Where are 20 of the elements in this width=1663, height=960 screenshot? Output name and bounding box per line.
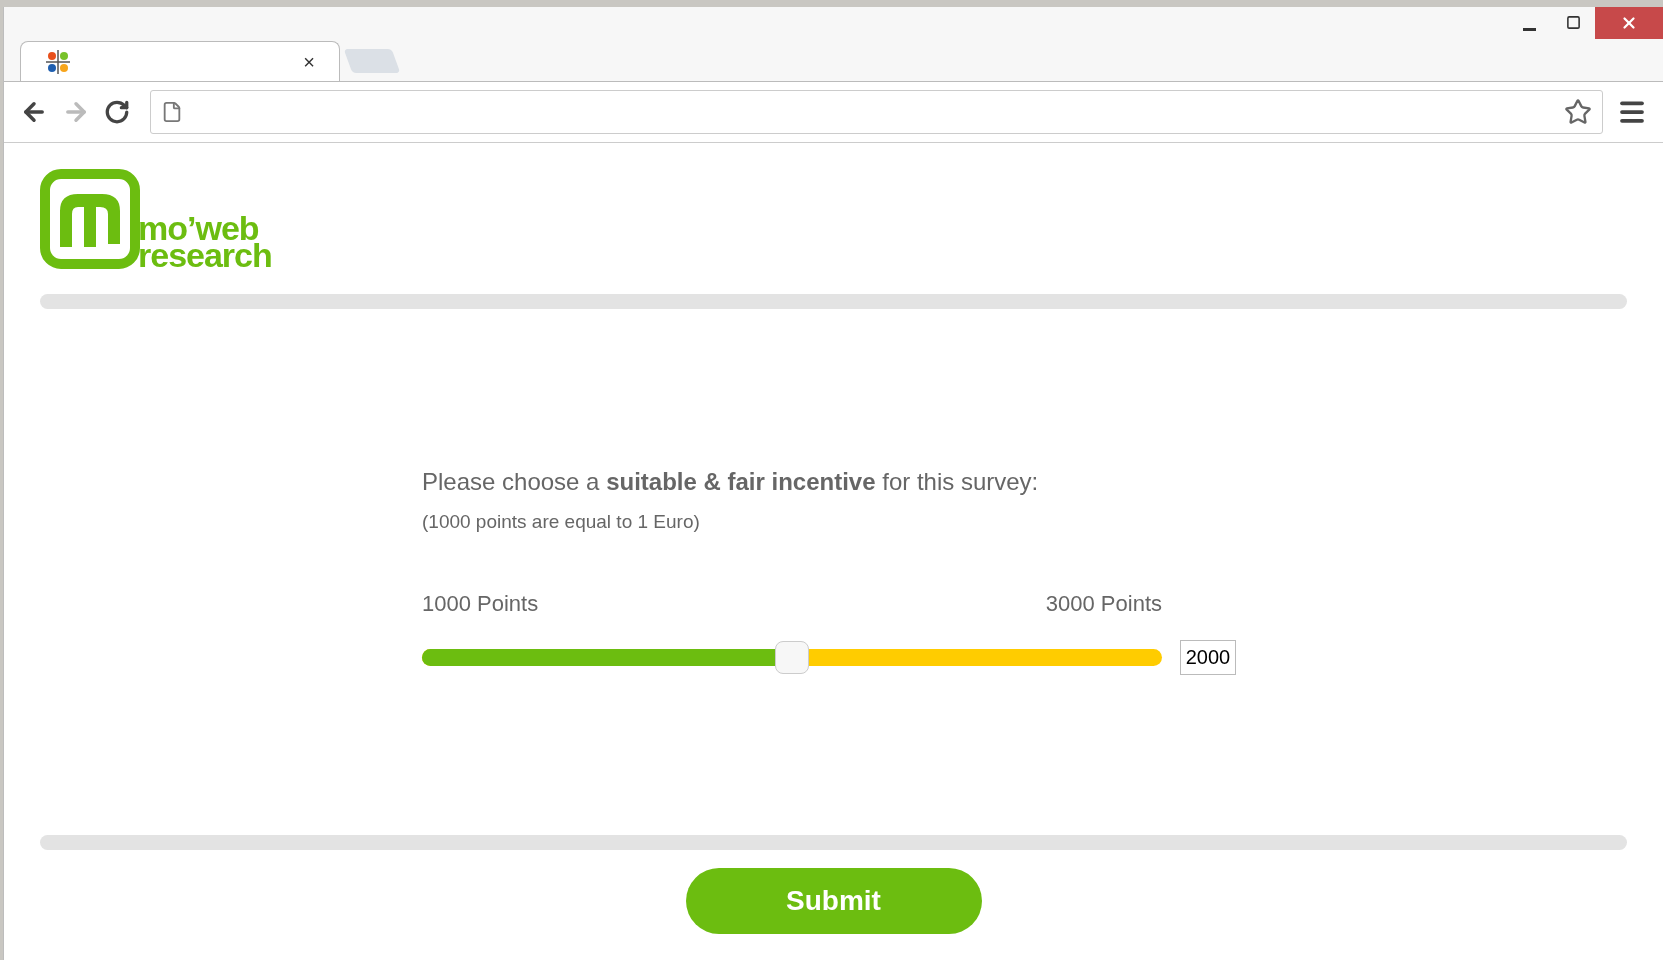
- page-icon: [161, 101, 183, 123]
- reload-icon[interactable]: [104, 99, 130, 125]
- maximize-icon: [1565, 14, 1581, 30]
- browser-tab[interactable]: ×: [20, 41, 340, 81]
- question-text: Please choose a suitable & fair incentive for this survey:: [422, 467, 1040, 497]
- favicon-icon: [45, 48, 71, 75]
- close-icon: [1620, 14, 1638, 32]
- slider[interactable]: [422, 640, 1162, 674]
- bookmark-star-icon[interactable]: [1564, 98, 1592, 126]
- max-label: 3000 Points: [1045, 589, 1162, 618]
- min-label: 1000 Points: [422, 589, 539, 618]
- tab-close-icon[interactable]: ×: [303, 46, 315, 77]
- minimize-icon: [1522, 27, 1536, 31]
- logo-text: research: [138, 241, 272, 269]
- points-input[interactable]: 2000: [1180, 639, 1236, 675]
- logo-text: mo’web: [138, 214, 259, 242]
- note-text: (1000 points are equal to 1 Euro): [422, 510, 701, 534]
- close-button[interactable]: [1595, 7, 1663, 39]
- logo-mark-icon: [40, 169, 140, 269]
- slider-thumb[interactable]: [775, 640, 809, 674]
